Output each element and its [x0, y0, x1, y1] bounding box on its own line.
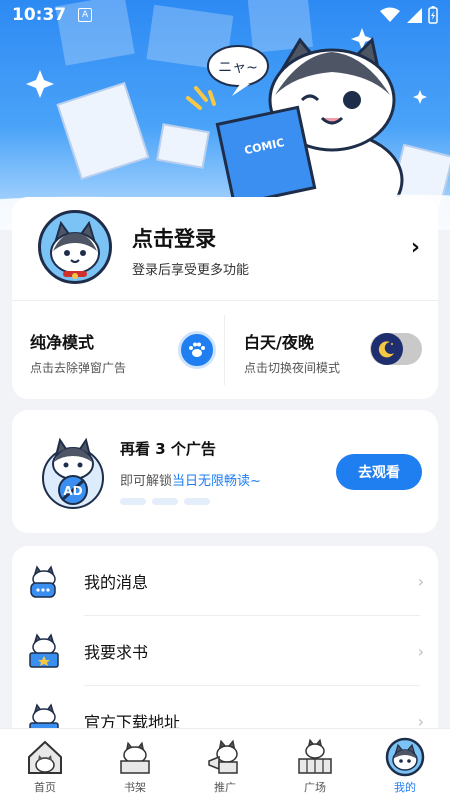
bottom-tab-bar: 首页 书架 推广 广场 我的 — [0, 728, 450, 800]
ad-description: 即可解锁当日无限畅读~ — [120, 470, 261, 489]
notification-a-icon: A — [78, 8, 93, 22]
ad-unlock-card: AD 再看 3 个广告 即可解锁当日无限畅读~ 去观看 — [12, 410, 438, 533]
tab-square[interactable]: 广场 — [270, 729, 360, 800]
book-request-cat-icon — [29, 633, 59, 668]
chevron-right-icon: › — [417, 641, 424, 661]
home-icon — [28, 740, 62, 774]
tab-promote[interactable]: 推广 — [180, 729, 270, 800]
menu-item-book-request[interactable]: 我要求书 › — [12, 616, 438, 686]
chevron-right-icon: › — [417, 571, 424, 591]
night-mode-subtitle: 点击切换夜间模式 — [244, 361, 341, 375]
tab-label: 首页 — [34, 781, 56, 794]
menu-item-label: 我要求书 — [84, 643, 149, 662]
profile-icon — [385, 737, 425, 777]
divider — [12, 300, 438, 301]
watch-ad-button[interactable]: 去观看 — [336, 454, 422, 490]
progress-dot — [120, 498, 146, 505]
login-subtitle: 登录后享受更多功能 — [132, 263, 250, 278]
ad-title: 再看 3 个广告 — [120, 440, 216, 458]
ad-progress-dots — [120, 498, 210, 505]
night-mode-toggle[interactable] — [370, 333, 422, 365]
cat-avatar-icon — [50, 220, 100, 279]
speech-bubble-text: ニャ~ — [218, 60, 258, 76]
hero-banner: ニャ~ COMIC — [0, 0, 450, 230]
chevron-right-icon[interactable]: › — [411, 235, 420, 260]
battery-icon — [428, 6, 438, 24]
login-title[interactable]: 点击登录 — [132, 223, 216, 253]
tab-home[interactable]: 首页 — [0, 729, 90, 800]
bookshelf-icon — [120, 741, 150, 774]
paw-icon — [189, 342, 205, 357]
progress-dot — [184, 498, 210, 505]
divider — [224, 315, 225, 385]
ad-cat-icon: AD — [42, 437, 104, 509]
menu-item-label: 我的消息 — [84, 573, 149, 592]
wifi-icon — [380, 7, 400, 22]
signal-icon — [407, 8, 422, 23]
square-icon — [298, 738, 332, 774]
ad-cat-illustration: AD — [40, 434, 106, 510]
avatar[interactable] — [38, 210, 112, 284]
tab-label: 我的 — [394, 781, 416, 794]
toggle-knob — [371, 333, 403, 365]
pure-mode-subtitle: 点击去除弹窗广告 — [30, 361, 127, 375]
login-card: 点击登录 登录后享受更多功能 › 纯净模式 点击去除弹窗广告 白天/夜晚 点击切… — [12, 197, 438, 399]
tab-label: 书架 — [124, 781, 146, 794]
tab-profile[interactable]: 我的 — [360, 729, 450, 800]
message-cat-icon — [30, 565, 56, 598]
ad-badge-text: AD — [63, 484, 82, 498]
ad-description-prefix: 即可解锁 — [120, 474, 173, 489]
tab-label: 广场 — [304, 781, 326, 794]
menu-item-messages[interactable]: 我的消息 › — [12, 546, 438, 616]
moon-icon — [378, 341, 394, 358]
status-bar: 10:37 A — [0, 0, 450, 30]
pure-mode-title[interactable]: 纯净模式 — [30, 329, 94, 353]
night-mode-title[interactable]: 白天/夜晚 — [244, 329, 314, 353]
menu-list: 我的消息 › 我要求书 › 官方下载地址 › — [12, 546, 438, 746]
tab-label: 推广 — [214, 781, 236, 794]
status-time: 10:37 — [12, 5, 67, 25]
progress-dot — [152, 498, 178, 505]
promote-icon — [208, 739, 238, 774]
ad-description-highlight: 当日无限畅读~ — [172, 474, 261, 489]
tab-bookshelf[interactable]: 书架 — [90, 729, 180, 800]
pure-mode-button[interactable] — [178, 331, 216, 369]
